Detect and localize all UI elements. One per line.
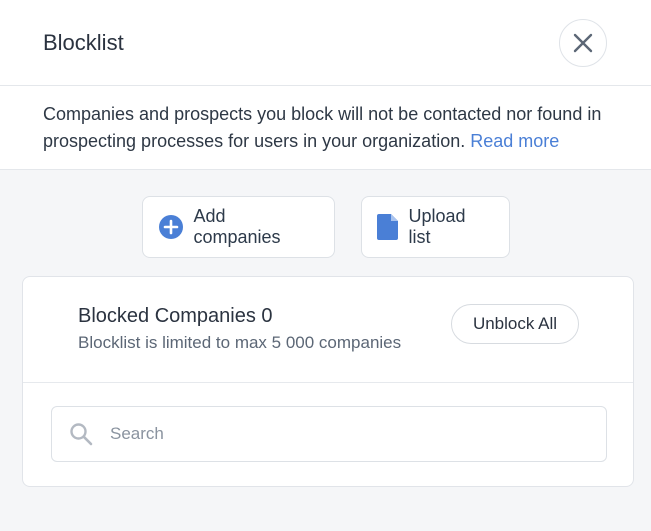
blocked-companies-title: Blocked Companies 0 [78,305,273,327]
search-box [51,406,607,462]
close-icon [573,33,593,52]
blocked-companies-panel: Blocked Companies 0 Blocklist is limited… [22,276,634,487]
modal-header: Blocklist [0,0,651,86]
modal-title: Blocklist [43,29,124,55]
document-icon [376,214,399,240]
add-companies-button[interactable]: Add companies [141,196,335,258]
description: Companies and prospects you block will n… [0,86,651,170]
action-bar: Add companies Upload list [0,170,651,258]
unblock-all-button[interactable]: Unblock All [451,304,579,344]
blocked-companies-header: Blocked Companies 0 Blocklist is limited… [23,277,633,383]
close-button[interactable] [559,18,607,67]
blocklist-limit-text: Blocklist is limited to max 5 000 compan… [78,333,402,352]
upload-list-label: Upload list [408,206,466,247]
blocklist-modal: Blocklist Companies and prospects you bl… [0,0,651,531]
search-icon [69,422,93,446]
add-companies-label: Add companies [193,206,281,247]
search-input[interactable] [110,424,580,444]
upload-list-button[interactable]: Upload list [360,196,510,258]
plus-circle-icon [158,214,184,240]
read-more-link[interactable]: Read more [470,131,559,151]
